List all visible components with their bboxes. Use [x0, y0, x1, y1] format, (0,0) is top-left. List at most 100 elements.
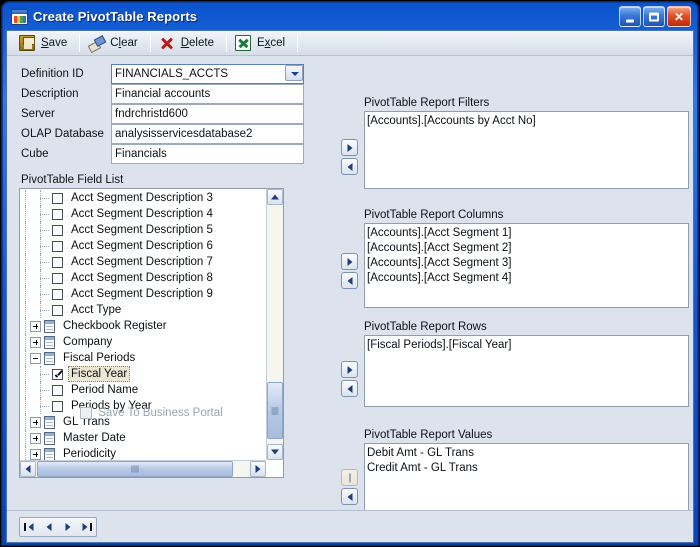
checkbox-icon[interactable] — [52, 272, 63, 284]
tree-node-label: Acct Segment Description 7 — [71, 256, 213, 268]
chevron-left-icon — [347, 276, 352, 285]
field-list-horizontal-scrollbar[interactable] — [20, 460, 266, 477]
tree-node-label: Acct Segment Description 8 — [71, 272, 213, 284]
remove-from-filters-button[interactable] — [341, 158, 358, 175]
list-item[interactable]: [Accounts].[Acct Segment 2] — [367, 241, 688, 256]
report-rows-panel: PivotTable Report Rows [Fiscal Periods].… — [341, 321, 689, 407]
add-to-filters-button[interactable] — [341, 139, 358, 156]
expand-node-icon[interactable] — [30, 448, 41, 460]
expand-node-icon[interactable] — [30, 432, 41, 444]
tree-node[interactable]: Acct Segment Description 6 — [20, 238, 266, 254]
chevron-down-icon[interactable] — [285, 65, 303, 81]
list-item[interactable]: [Fiscal Periods].[Fiscal Year] — [367, 338, 688, 353]
olap-database-input[interactable]: analysisservicesdatabase2 — [111, 124, 304, 144]
tree-node[interactable]: Master Date — [20, 430, 266, 446]
tree-node[interactable]: Acct Segment Description 3 — [20, 190, 266, 206]
add-to-columns-button[interactable] — [341, 253, 358, 270]
tree-node[interactable]: Fiscal Periods — [20, 350, 266, 366]
checkbox-icon[interactable] — [52, 288, 63, 300]
definition-id-input[interactable]: FINANCIALS_ACCTS — [111, 64, 304, 84]
cube-select[interactable]: Financials — [111, 144, 304, 164]
horizontal-scroll-thumb[interactable] — [37, 461, 233, 477]
form-window-icon — [11, 8, 28, 25]
scroll-left-button[interactable] — [20, 461, 36, 477]
checkbox-icon[interactable] — [52, 224, 63, 236]
remove-from-values-button[interactable] — [341, 488, 358, 505]
checkbox-icon[interactable] — [52, 208, 63, 220]
pivottable-field-list[interactable]: Acct Segment Description 3 Acct Segment D… — [19, 188, 284, 478]
close-button[interactable]: ✕ — [667, 6, 691, 27]
scroll-right-button[interactable] — [250, 461, 266, 477]
tree-node[interactable]: Acct Segment Description 7 — [20, 254, 266, 270]
previous-record-button[interactable] — [39, 518, 58, 536]
checkbox-checked-icon[interactable] — [52, 368, 63, 380]
next-record-button[interactable] — [58, 518, 77, 536]
chevron-right-icon — [347, 257, 352, 266]
field-list-vertical-scrollbar[interactable] — [266, 189, 283, 460]
checkbox-icon[interactable] — [52, 256, 63, 268]
checkbox-icon[interactable] — [52, 240, 63, 252]
tree-node-label: Periodicity — [63, 448, 117, 460]
save-button-label: Save — [41, 37, 68, 49]
list-item[interactable]: [Accounts].[Acct Segment 1] — [367, 226, 688, 241]
checkbox-icon[interactable] — [52, 304, 63, 316]
list-item[interactable]: [Accounts].[Acct Segment 3] — [367, 256, 688, 271]
report-columns-listbox[interactable]: [Accounts].[Acct Segment 1] [Accounts].[… — [364, 223, 689, 308]
save-button[interactable]: Save — [15, 33, 75, 54]
report-filters-listbox[interactable]: [Accounts].[Accounts by Acct No] — [364, 111, 689, 189]
tree-node[interactable]: Acct Type — [20, 302, 266, 318]
record-navigation-bar — [7, 510, 693, 542]
list-item[interactable]: Debit Amt - GL Trans — [367, 446, 688, 461]
server-input[interactable]: fndrchristd600 — [111, 104, 304, 124]
tree-indent — [20, 446, 30, 460]
toolbar: Save Clear Delete Excel — [7, 31, 693, 56]
tree-node-label: Acct Segment Description 3 — [71, 192, 213, 204]
clear-button[interactable]: Clear — [84, 33, 146, 54]
chevron-up-icon — [271, 194, 279, 200]
minimize-button[interactable] — [619, 6, 641, 27]
definition-id-row: Definition ID FINANCIALS_ACCTS — [19, 64, 304, 84]
checkbox-icon[interactable] — [52, 384, 63, 396]
tree-node[interactable]: Fiscal Year — [20, 366, 266, 382]
red-x-icon — [159, 35, 175, 51]
title-bar[interactable]: Create PivotTable Reports ✕ — [6, 3, 694, 30]
tree-node[interactable]: Period Name — [20, 382, 266, 398]
tree-node[interactable]: Checkbook Register — [20, 318, 266, 334]
tree-node[interactable]: Acct Segment Description 4 — [20, 206, 266, 222]
olap-database-label: OLAP Database — [21, 128, 104, 140]
scroll-up-button[interactable] — [267, 189, 283, 205]
list-item[interactable]: [Accounts].[Accounts by Acct No] — [367, 114, 688, 129]
add-to-rows-button[interactable] — [341, 361, 358, 378]
report-rows-listbox[interactable]: [Fiscal Periods].[Fiscal Year] — [364, 335, 689, 407]
description-input[interactable]: Financial accounts — [111, 84, 304, 104]
tree-node[interactable]: Acct Segment Description 5 — [20, 222, 266, 238]
expand-node-icon[interactable] — [30, 336, 41, 348]
last-record-button[interactable] — [77, 518, 96, 536]
description-label: Description — [21, 88, 79, 100]
tree-node[interactable]: Company — [20, 334, 266, 350]
checkbox-icon[interactable] — [52, 192, 63, 204]
remove-from-columns-button[interactable] — [341, 272, 358, 289]
list-item[interactable]: [Accounts].[Acct Segment 4] — [367, 271, 688, 286]
tree-indent — [20, 254, 30, 270]
delete-button[interactable]: Delete — [155, 33, 222, 54]
field-tree[interactable]: Acct Segment Description 3 Acct Segment D… — [20, 189, 266, 460]
maximize-button[interactable] — [643, 6, 665, 27]
chevron-right-icon — [255, 465, 261, 473]
tree-node[interactable]: Acct Segment Description 9 — [20, 286, 266, 302]
tree-node[interactable]: Periodicity — [20, 446, 266, 460]
list-item[interactable]: Credit Amt - GL Trans — [367, 461, 688, 476]
save-to-business-portal-checkbox — [80, 407, 93, 419]
excel-button[interactable]: Excel — [231, 33, 293, 54]
field-list-label: PivotTable Field List — [21, 174, 124, 186]
remove-from-rows-button[interactable] — [341, 380, 358, 397]
chevron-down-icon — [271, 449, 279, 455]
tree-node-label: Company — [63, 336, 113, 348]
first-record-button[interactable] — [20, 518, 39, 536]
chevron-right-icon — [347, 365, 352, 374]
scroll-down-button[interactable] — [267, 444, 283, 460]
description-row: Description Financial accounts — [19, 84, 304, 104]
expand-node-icon[interactable] — [30, 320, 41, 332]
tree-node[interactable]: Acct Segment Description 8 — [20, 270, 266, 286]
collapse-node-icon[interactable] — [30, 352, 41, 364]
